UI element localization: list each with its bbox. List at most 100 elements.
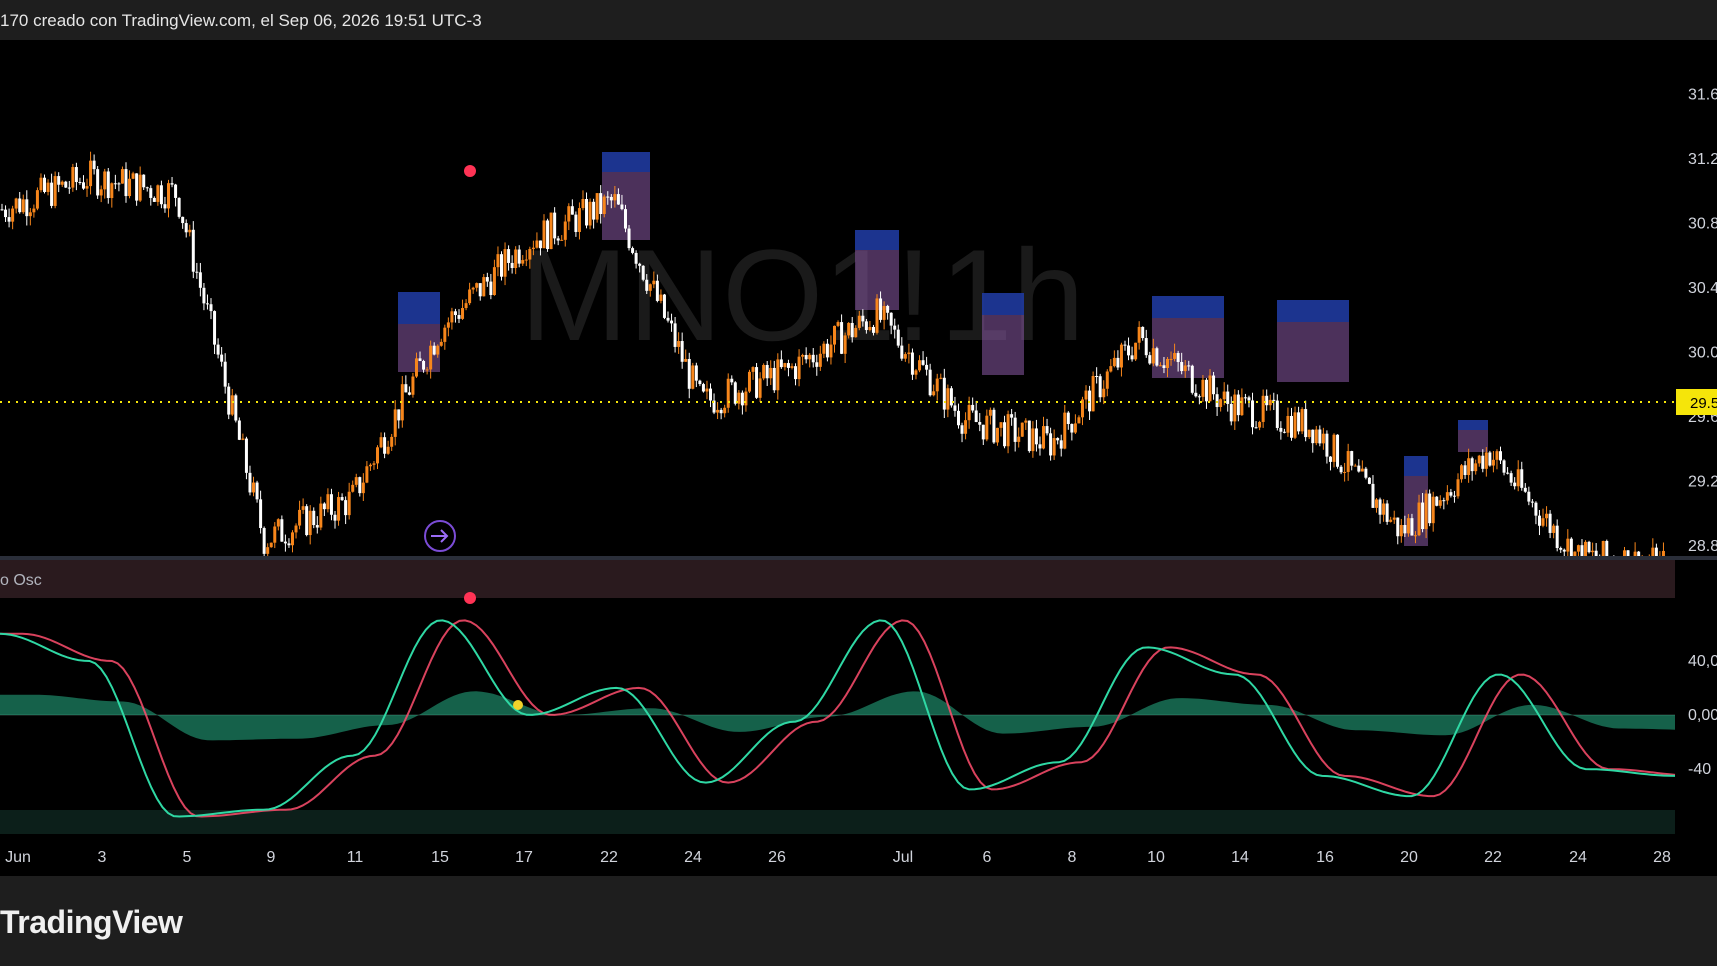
candle-body	[244, 438, 248, 473]
oscillator-axis[interactable]: 40,00 0,00 -40	[1688, 653, 1717, 778]
candle-body	[1534, 502, 1538, 516]
candle-body	[1530, 501, 1534, 503]
candle-body	[159, 185, 163, 205]
candle-body	[379, 437, 383, 448]
candle-body	[1098, 376, 1102, 398]
zone-supply-top	[1404, 456, 1428, 476]
candle-body	[935, 378, 939, 392]
candle-body	[1300, 409, 1304, 432]
candle-body	[648, 284, 652, 291]
candle-body	[1240, 397, 1244, 416]
candle-body	[620, 204, 624, 210]
candle-body	[1537, 515, 1541, 526]
candle-body	[1516, 469, 1520, 487]
chart-canvas[interactable]: MNO1! 1h 31.631.230.830.430.029.629.228.…	[0, 40, 1717, 876]
current-price-value: 29.5	[1690, 395, 1717, 412]
candle-body	[1591, 550, 1595, 553]
price-axis[interactable]: 31.631.230.830.430.029.629.228.8	[1688, 86, 1717, 555]
candle-body	[46, 182, 50, 192]
candle-body	[751, 367, 755, 372]
candle-body	[794, 366, 798, 380]
chart-area[interactable]: MNO1! 1h 31.631.230.830.430.029.629.228.…	[0, 40, 1717, 876]
candle-body	[209, 304, 213, 312]
candle-body	[1176, 353, 1180, 363]
candle-body	[1130, 355, 1134, 360]
candle-body	[836, 322, 840, 326]
candle-body	[1474, 463, 1478, 472]
time-tick-label: 22	[1484, 849, 1502, 866]
candle-body	[92, 160, 96, 170]
candle-body	[1449, 492, 1453, 496]
candle-body	[992, 409, 996, 443]
candle-body	[1513, 482, 1517, 487]
candle-body	[89, 160, 93, 187]
candle-body	[0, 209, 4, 211]
candle-body	[542, 220, 546, 249]
osc-signal-dot-red	[464, 592, 476, 604]
candle-body	[99, 189, 103, 196]
candle-body	[301, 506, 305, 510]
candle-body	[329, 494, 333, 515]
candle-body	[1066, 412, 1070, 425]
candle-body	[237, 420, 241, 440]
candle-body	[485, 277, 489, 282]
price-tick-label: 28.8	[1688, 538, 1717, 555]
candle-body	[174, 184, 178, 198]
candle-body	[861, 315, 865, 322]
candle-body	[1460, 465, 1464, 480]
zone-supply-body	[1458, 430, 1488, 452]
candle-body	[142, 174, 146, 188]
candle-body	[1095, 375, 1099, 377]
candle-body	[705, 388, 709, 392]
candle-body	[96, 169, 100, 196]
candle-body	[1166, 358, 1169, 368]
candle-body	[298, 509, 302, 526]
zone-supply-body	[1277, 322, 1349, 382]
candle-body	[453, 311, 457, 316]
candle-body	[74, 167, 78, 183]
price-tick-label: 31.6	[1688, 86, 1717, 103]
candle-body	[535, 240, 539, 248]
candle-body	[694, 365, 698, 381]
candle-body	[43, 177, 47, 192]
candle-body	[638, 263, 642, 266]
candle-body	[871, 326, 875, 333]
candle-body	[896, 329, 900, 346]
candle-body	[1265, 395, 1269, 406]
chart-caption: 170 creado con TradingView.com, el Sep 0…	[0, 11, 482, 30]
candle-body	[925, 364, 929, 370]
candle-body	[960, 425, 964, 434]
candle-body	[1233, 394, 1237, 422]
candle-body	[1406, 518, 1410, 534]
candle-body	[1134, 342, 1138, 360]
candle-body	[595, 193, 599, 220]
price-tick-label: 29.2	[1688, 473, 1717, 490]
time-tick-label: 26	[768, 849, 786, 866]
candle-body	[1123, 344, 1127, 346]
candle-body	[14, 198, 18, 209]
zone-supply-top	[602, 152, 650, 172]
candle-body	[475, 283, 479, 288]
candle-body	[1141, 326, 1145, 339]
candle-body	[167, 183, 170, 209]
candle-body	[645, 279, 649, 291]
pane-divider[interactable]	[0, 556, 1717, 560]
candle-body	[822, 343, 826, 354]
candle-body	[344, 500, 348, 516]
zone-supply-body	[602, 172, 650, 240]
candle-body	[978, 422, 982, 425]
candle-body	[670, 320, 674, 324]
candle-body	[4, 209, 8, 218]
replay-arrow-icon[interactable]	[424, 520, 456, 552]
candle-body	[840, 322, 844, 354]
candle-body	[616, 194, 620, 205]
candle-body	[1212, 375, 1216, 395]
candle-body	[347, 491, 351, 516]
candle-body	[503, 249, 507, 277]
candle-body	[266, 547, 270, 554]
candle-body	[202, 287, 206, 304]
candle-body	[847, 322, 851, 336]
candle-body	[163, 204, 167, 209]
time-axis[interactable]: Jun 3 5 9 11 15 17 22 24 26 Jul 6 8 10 14 16 20 22 24 28	[0, 834, 1717, 876]
candle-body	[1445, 492, 1449, 501]
